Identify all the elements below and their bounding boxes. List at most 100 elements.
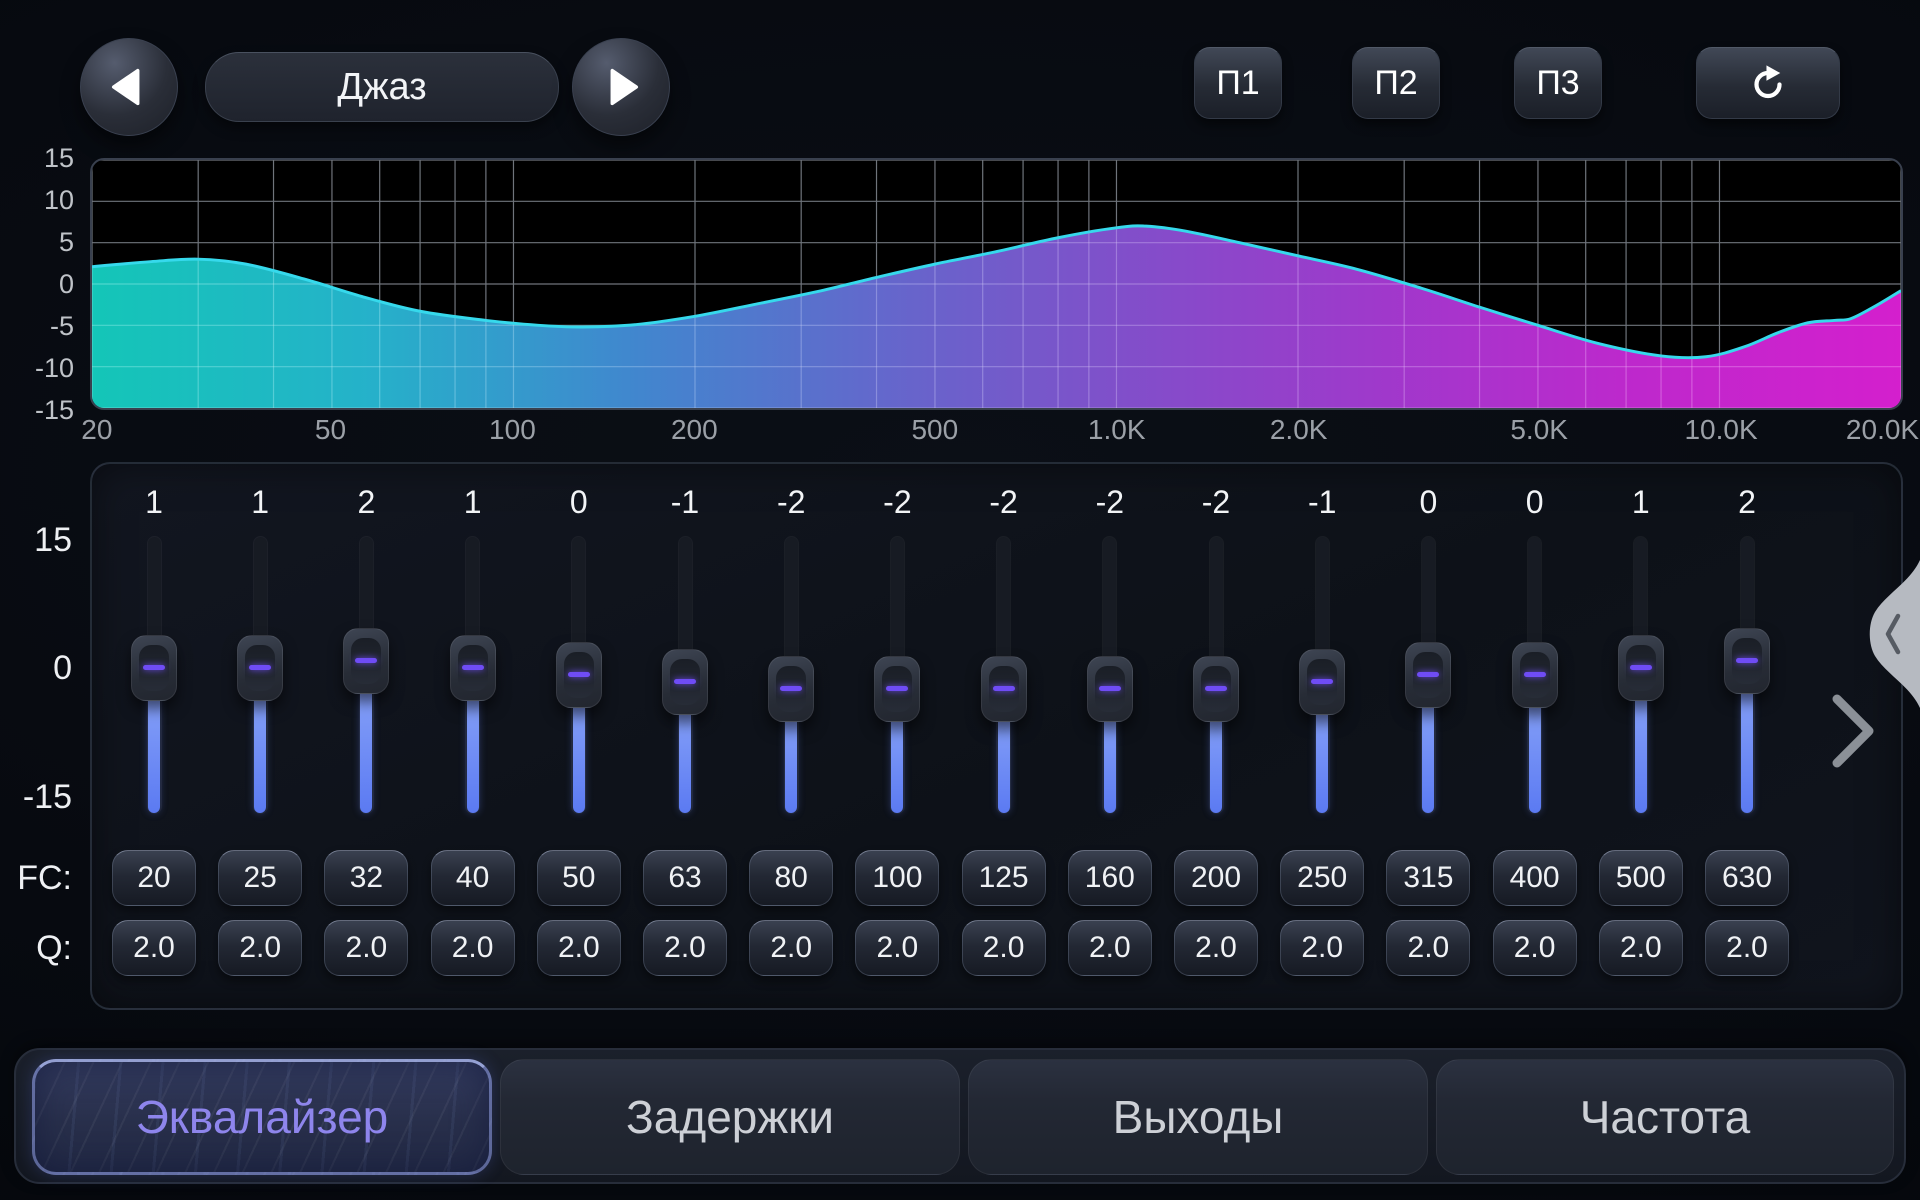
preset-selector[interactable]: Джаз <box>205 52 559 122</box>
band-slider-handle[interactable] <box>450 635 496 701</box>
slider-scale-mid-label: 0 <box>0 651 72 685</box>
preset-name: Джаз <box>337 66 426 109</box>
band-q-value[interactable]: 2.0 <box>1705 920 1789 976</box>
band-slider-handle[interactable] <box>343 628 389 694</box>
memory-preset-2-button[interactable]: П2 <box>1352 47 1440 119</box>
band-q-value[interactable]: 2.0 <box>1280 920 1364 976</box>
band-slider-fill <box>998 714 1010 813</box>
band-fc-value[interactable]: 20 <box>112 850 196 906</box>
side-flyout-handle[interactable] <box>1864 560 1920 713</box>
band-slider-handle[interactable] <box>1087 656 1133 722</box>
band-slider-handle[interactable] <box>874 656 920 722</box>
band-slider-handle[interactable] <box>131 635 177 701</box>
band-q-value[interactable]: 2.0 <box>1174 920 1258 976</box>
band-q-value[interactable]: 2.0 <box>324 920 408 976</box>
band-fc-value[interactable]: 80 <box>749 850 833 906</box>
band-gain-value: 2 <box>326 484 406 521</box>
band-slider-fill <box>467 693 479 813</box>
band-fc-value[interactable]: 32 <box>324 850 408 906</box>
memory-preset-1-button[interactable]: П1 <box>1194 47 1282 119</box>
band-gain-value: 1 <box>220 484 300 521</box>
tab-equalizer[interactable]: Эквалайзер <box>32 1059 492 1175</box>
band-fc-value[interactable]: 50 <box>537 850 621 906</box>
band-slider-handle[interactable] <box>237 635 283 701</box>
slider-handle-grip-icon <box>1417 672 1439 677</box>
band-fc-value[interactable]: 125 <box>962 850 1046 906</box>
band-slider-handle[interactable] <box>662 649 708 715</box>
slider-handle-grip-icon <box>143 665 165 670</box>
tab-outputs[interactable]: Выходы <box>968 1059 1428 1175</box>
fc-row-label: FC: <box>0 861 72 895</box>
band-slider-fill <box>679 707 691 813</box>
tab-delays[interactable]: Задержки <box>500 1059 960 1175</box>
band-fc-value[interactable]: 100 <box>855 850 939 906</box>
slider-scale-max-label: 15 <box>0 523 72 557</box>
band-slider-fill <box>1210 714 1222 813</box>
equalizer-screen: Джаз П1 П2 П3 151050-5-10-15 20501002005… <box>0 0 1920 1200</box>
band-slider-fill <box>360 686 372 813</box>
band-slider-handle[interactable] <box>1405 642 1451 708</box>
band-slider-fill <box>1316 707 1328 813</box>
band-fc-value[interactable]: 500 <box>1599 850 1683 906</box>
band-slider-handle[interactable] <box>981 656 1027 722</box>
preset-prev-button[interactable] <box>80 38 178 136</box>
band-fc-value[interactable]: 630 <box>1705 850 1789 906</box>
band-slider-fill <box>1635 693 1647 813</box>
chevron-right-icon <box>1830 692 1878 770</box>
next-bands-button[interactable] <box>1830 692 1878 770</box>
eq-bands-panel: 1 20 2.0 1 25 2.0 2 <box>90 462 1903 1010</box>
band-fc-value[interactable]: 25 <box>218 850 302 906</box>
band-gain-value: -1 <box>645 484 725 521</box>
preset-next-button[interactable] <box>572 38 670 136</box>
refresh-icon <box>1745 60 1791 106</box>
band-fc-value[interactable]: 160 <box>1068 850 1152 906</box>
eq-curve <box>92 160 1901 408</box>
chart-y-tick-label: -5 <box>2 311 74 341</box>
band-q-value[interactable]: 2.0 <box>431 920 515 976</box>
chart-y-tick-label: -10 <box>2 353 74 383</box>
band-q-value[interactable]: 2.0 <box>749 920 833 976</box>
band-q-value[interactable]: 2.0 <box>112 920 196 976</box>
band-gain-value: 2 <box>1707 484 1787 521</box>
band-slider-fill <box>254 693 266 813</box>
slider-handle-grip-icon <box>1630 665 1652 670</box>
reset-eq-button[interactable] <box>1696 47 1840 119</box>
band-slider-fill <box>1529 700 1541 813</box>
band-fc-value[interactable]: 40 <box>431 850 515 906</box>
bottom-tab-bar: Эквалайзер Задержки Выходы Частота <box>14 1048 1906 1184</box>
band-slider-handle[interactable] <box>556 642 602 708</box>
band-q-value[interactable]: 2.0 <box>962 920 1046 976</box>
band-gain-value: 0 <box>539 484 619 521</box>
q-row-label: Q: <box>0 931 72 965</box>
band-q-value[interactable]: 2.0 <box>643 920 727 976</box>
band-q-value[interactable]: 2.0 <box>537 920 621 976</box>
tab-frequency[interactable]: Частота <box>1436 1059 1894 1175</box>
band-q-value[interactable]: 2.0 <box>855 920 939 976</box>
slider-handle-grip-icon <box>1205 686 1227 691</box>
chart-x-tick-label: 5.0K <box>1510 414 1568 446</box>
band-slider-handle[interactable] <box>1512 642 1558 708</box>
band-slider-handle[interactable] <box>1618 635 1664 701</box>
band-fc-value[interactable]: 315 <box>1386 850 1470 906</box>
band-slider-handle[interactable] <box>1724 628 1770 694</box>
band-q-value[interactable]: 2.0 <box>1599 920 1683 976</box>
band-slider-handle[interactable] <box>768 656 814 722</box>
band-fc-value[interactable]: 400 <box>1493 850 1577 906</box>
chart-x-tick-label: 20.0K <box>1846 414 1919 446</box>
band-q-value[interactable]: 2.0 <box>1068 920 1152 976</box>
band-fc-value[interactable]: 250 <box>1280 850 1364 906</box>
band-slider-fill <box>785 714 797 813</box>
band-slider-handle[interactable] <box>1193 656 1239 722</box>
band-fc-value[interactable]: 200 <box>1174 850 1258 906</box>
frequency-response-chart <box>90 158 1903 410</box>
band-q-value[interactable]: 2.0 <box>1493 920 1577 976</box>
memory-preset-3-button[interactable]: П3 <box>1514 47 1602 119</box>
band-q-value[interactable]: 2.0 <box>218 920 302 976</box>
slider-handle-grip-icon <box>355 658 377 663</box>
chart-x-tick-label: 1.0K <box>1088 414 1146 446</box>
band-q-value[interactable]: 2.0 <box>1386 920 1470 976</box>
band-fc-value[interactable]: 63 <box>643 850 727 906</box>
slider-handle-grip-icon <box>1099 686 1121 691</box>
band-slider-handle[interactable] <box>1299 649 1345 715</box>
band-gain-value: -1 <box>1282 484 1362 521</box>
